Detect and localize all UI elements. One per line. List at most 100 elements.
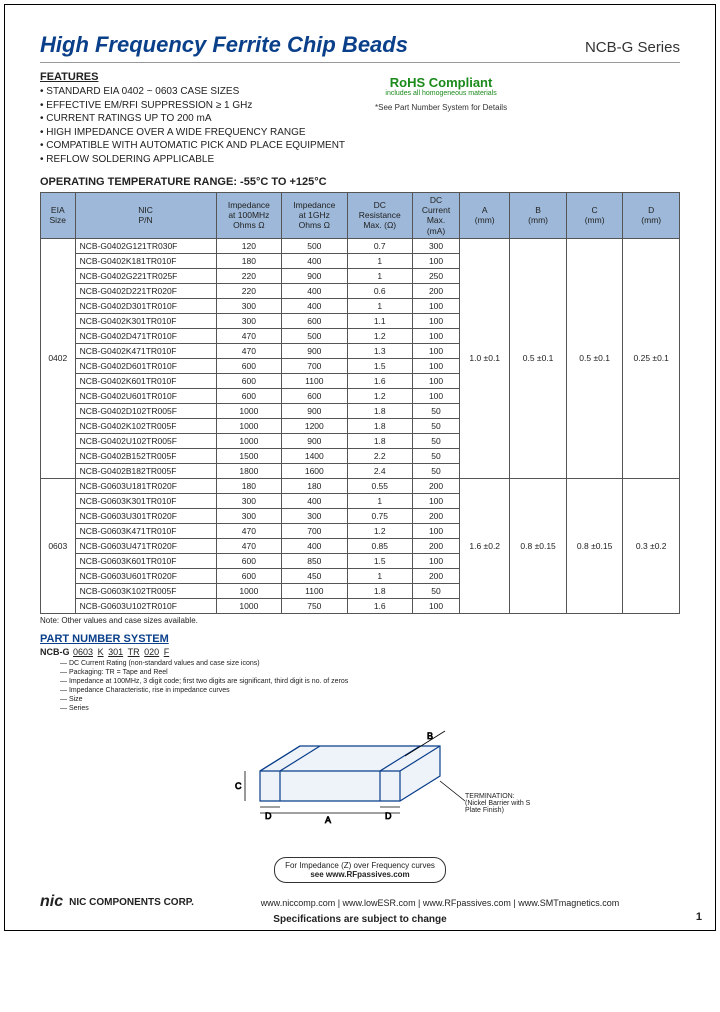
cell-dcc: 100 [412,598,459,613]
cell-z100: 180 [216,253,281,268]
cell-size: 0402 [41,238,76,478]
cell-dcc: 50 [412,418,459,433]
cell-pn: NCB-G0402D601TR010F [75,358,216,373]
cell-dcr: 0.75 [347,508,412,523]
cell-dcc: 100 [412,313,459,328]
svg-text:B: B [427,731,433,741]
cell-z100: 470 [216,343,281,358]
cell-dcr: 2.2 [347,448,412,463]
cell-dcr: 1 [347,298,412,313]
cell-z100: 120 [216,238,281,253]
page-title: High Frequency Ferrite Chip Beads [40,32,408,58]
cell-dcr: 0.55 [347,478,412,493]
footer-note: Specifications are subject to change [40,914,680,925]
cell-z1g: 450 [282,568,347,583]
pns-label: — Series [60,704,680,713]
cell-pn: NCB-G0402K181TR010F [75,253,216,268]
feature-item: STANDARD EIA 0402 ~ 0603 CASE SIZES [40,85,345,99]
feature-item: EFFECTIVE EM/RFI SUPPRESSION ≥ 1 GHz [40,99,345,113]
pns-label: — Impedance at 100MHz, 3 digit code; fir… [60,677,680,686]
features-heading: FEATURES [40,71,345,83]
cell-z1g: 850 [282,553,347,568]
impedance-note: For Impedance (Z) over Frequency curves … [274,857,446,883]
cell-dim-c: 0.5 ±0.1 [566,238,623,478]
cell-dcr: 1.8 [347,403,412,418]
th-b: B(mm) [510,193,567,239]
cell-dcr: 2.4 [347,463,412,478]
cell-dcr: 1.8 [347,433,412,448]
cell-z100: 600 [216,568,281,583]
cell-dim-d: 0.3 ±0.2 [623,478,680,613]
cell-dcc: 100 [412,373,459,388]
table-note: Note: Other values and case sizes availa… [40,616,680,625]
footer-sites: www.niccomp.com | www.lowESR.com | www.R… [200,898,680,908]
cell-dcc: 50 [412,403,459,418]
cell-dcc: 50 [412,583,459,598]
cell-z1g: 400 [282,253,347,268]
table-row: 0603NCB-G0603U181TR020F1801800.552001.6 … [41,478,680,493]
cell-dcc: 250 [412,268,459,283]
cell-z1g: 1100 [282,373,347,388]
cell-z1g: 600 [282,388,347,403]
features-list: STANDARD EIA 0402 ~ 0603 CASE SIZESEFFEC… [40,85,345,166]
cell-dim-c: 0.8 ±0.15 [566,478,623,613]
cell-dcr: 1.6 [347,598,412,613]
cell-dcr: 0.6 [347,283,412,298]
cell-z100: 1800 [216,463,281,478]
cell-z1g: 500 [282,328,347,343]
cell-z1g: 400 [282,283,347,298]
cell-z1g: 600 [282,313,347,328]
cell-dcc: 100 [412,388,459,403]
cell-pn: NCB-G0603K601TR010F [75,553,216,568]
cell-dim-b: 0.8 ±0.15 [510,478,567,613]
cell-dcc: 100 [412,523,459,538]
features-section: FEATURES STANDARD EIA 0402 ~ 0603 CASE S… [40,71,680,166]
pns-part: 020 [144,647,159,657]
cell-z1g: 400 [282,493,347,508]
cell-dcc: 100 [412,343,459,358]
rohs-note: *See Part Number System for Details [375,103,507,112]
cell-z100: 300 [216,298,281,313]
cell-z1g: 900 [282,433,347,448]
cell-z1g: 900 [282,343,347,358]
cell-size: 0603 [41,478,76,613]
th-z1g: Impedanceat 1GHzOhms Ω [282,193,347,239]
cell-pn: NCB-G0402D471TR010F [75,328,216,343]
cell-z100: 600 [216,388,281,403]
cell-dcc: 200 [412,283,459,298]
cell-dcc: 50 [412,433,459,448]
cell-dcr: 1.8 [347,583,412,598]
spec-table: EIASize NICP/N Impedanceat 100MHzOhms Ω … [40,192,680,614]
th-eia: EIASize [41,193,76,239]
cell-z100: 1000 [216,433,281,448]
cell-dcr: 1 [347,493,412,508]
cell-dcr: 1.8 [347,418,412,433]
cell-dcr: 1.1 [347,313,412,328]
cell-pn: NCB-G0603K102TR005F [75,583,216,598]
cell-z100: 300 [216,313,281,328]
th-d: D(mm) [623,193,680,239]
cell-pn: NCB-G0402D301TR010F [75,298,216,313]
cell-dcr: 1.3 [347,343,412,358]
feature-item: REFLOW SOLDERING APPLICABLE [40,153,345,167]
th-z100: Impedanceat 100MHzOhms Ω [216,193,281,239]
cell-pn: NCB-G0603U102TR010F [75,598,216,613]
cell-z100: 300 [216,508,281,523]
cell-z1g: 400 [282,298,347,313]
cell-z1g: 1400 [282,448,347,463]
cell-z100: 470 [216,538,281,553]
cell-pn: NCB-G0603K301TR010F [75,493,216,508]
cell-dcr: 1.5 [347,358,412,373]
cell-dim-b: 0.5 ±0.1 [510,238,567,478]
cell-dcc: 200 [412,538,459,553]
impedance-note-line1: For Impedance (Z) over Frequency curves [285,861,435,870]
cell-dcc: 200 [412,568,459,583]
cell-dcr: 0.85 [347,538,412,553]
cell-z100: 220 [216,268,281,283]
svg-text:D: D [265,811,272,821]
cell-dcc: 50 [412,448,459,463]
svg-text:A: A [325,815,331,825]
th-c: C(mm) [566,193,623,239]
cell-pn: NCB-G0402G221TR025F [75,268,216,283]
cell-z100: 1000 [216,583,281,598]
